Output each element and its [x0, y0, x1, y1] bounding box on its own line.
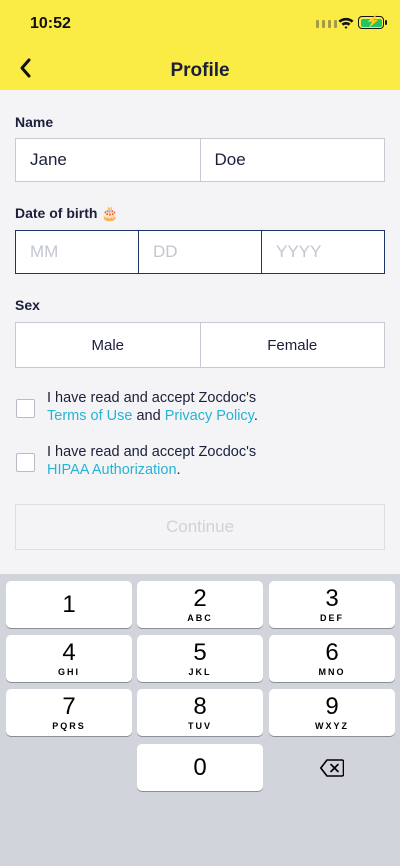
dob-year-input[interactable]: [276, 242, 384, 262]
key-7-letters: PQRS: [52, 721, 86, 731]
key-9[interactable]: 9 WXYZ: [269, 689, 395, 736]
first-name-cell: [16, 139, 200, 181]
hipaa-consent-text: I have read and accept Zocdoc's HIPAA Au…: [47, 443, 367, 479]
wifi-icon: [338, 17, 354, 29]
numeric-keypad: 1 2 ABC 3 DEF 4 GHI 5 JKL 6 MNO 7 PQRS 8 TUV 9W…: [0, 574, 400, 866]
terms-of-use-link[interactable]: Terms of Use: [47, 408, 132, 424]
first-name-input[interactable]: [30, 150, 200, 170]
sex-label: Sex: [15, 297, 40, 313]
cellular-signal-icon: [316, 20, 337, 28]
dob-month-input[interactable]: [30, 242, 138, 262]
terms-consent-and: and: [136, 408, 161, 424]
last-name-cell: [199, 139, 384, 181]
name-label: Name: [15, 114, 54, 130]
hipaa-authorization-link[interactable]: HIPAA Authorization: [47, 462, 177, 478]
key-9-letters: WXYZ: [315, 721, 349, 731]
terms-consent-text: I have read and accept Zocdoc's Terms of…: [47, 389, 367, 425]
key-2-digit: 2: [193, 585, 207, 612]
key-2[interactable]: 2 ABC: [137, 581, 263, 628]
key-5[interactable]: 5 JKL: [137, 635, 263, 682]
key-3-letters: DEF: [320, 613, 344, 623]
terms-consent-prefix: I have read and accept Zocdoc's: [47, 390, 257, 406]
last-name-input[interactable]: [214, 150, 384, 170]
key-3-digit: 3: [325, 585, 339, 612]
continue-button[interactable]: Continue: [15, 504, 385, 550]
dob-day-cell: [138, 231, 261, 273]
key-2-letters: ABC: [187, 613, 213, 623]
key-3[interactable]: 3 DEF: [269, 581, 395, 628]
key-0[interactable]: 0: [137, 744, 263, 791]
battery-charging-icon: ⚡: [358, 15, 387, 29]
sex-segmented-control: Male Female: [15, 322, 385, 368]
key-8-letters: TUV: [188, 721, 212, 731]
page-title: Profile: [170, 60, 230, 81]
hipaa-consent-period: .: [176, 462, 181, 478]
key-4-letters: GHI: [57, 667, 80, 677]
key-7-digit: 7: [62, 693, 76, 720]
key-6[interactable]: 6 MNO: [269, 635, 395, 682]
key-6-digit: 6: [325, 639, 339, 666]
status-time: 10:52: [30, 15, 71, 32]
dob-month-cell: [16, 231, 138, 273]
hipaa-consent-prefix: I have read and accept Zocdoc's: [47, 444, 257, 460]
privacy-policy-link[interactable]: Privacy Policy: [165, 408, 254, 424]
header-bar: 10:52 ⚡ Profile: [0, 0, 400, 90]
sex-option-male[interactable]: Male: [16, 323, 200, 367]
key-8[interactable]: 8 TUV: [137, 689, 263, 736]
terms-checkbox[interactable]: [16, 399, 35, 418]
dob-field-group: [15, 230, 385, 274]
key-0-digit: 0: [193, 753, 207, 781]
key-5-letters: JKL: [188, 667, 212, 677]
key-1-digit: 1: [62, 590, 76, 618]
delete-key[interactable]: [269, 744, 395, 791]
key-7[interactable]: 7 PQRS: [6, 689, 132, 736]
sex-option-female[interactable]: Female: [199, 323, 385, 367]
key-9-digit: 9: [325, 693, 339, 720]
key-6-letters: MNO: [318, 667, 346, 677]
hipaa-checkbox[interactable]: [16, 453, 35, 472]
key-5-digit: 5: [193, 639, 207, 666]
key-8-digit: 8: [193, 693, 207, 720]
dob-year-cell: [261, 231, 384, 273]
dob-label: Date of birth 🎂: [15, 205, 119, 221]
dob-day-input[interactable]: [153, 242, 261, 262]
terms-consent-period: .: [253, 408, 258, 424]
name-field-group: [15, 138, 385, 182]
key-4[interactable]: 4 GHI: [6, 635, 132, 682]
backspace-icon: [320, 758, 344, 777]
key-1[interactable]: 1: [6, 581, 132, 628]
key-4-digit: 4: [62, 639, 76, 666]
